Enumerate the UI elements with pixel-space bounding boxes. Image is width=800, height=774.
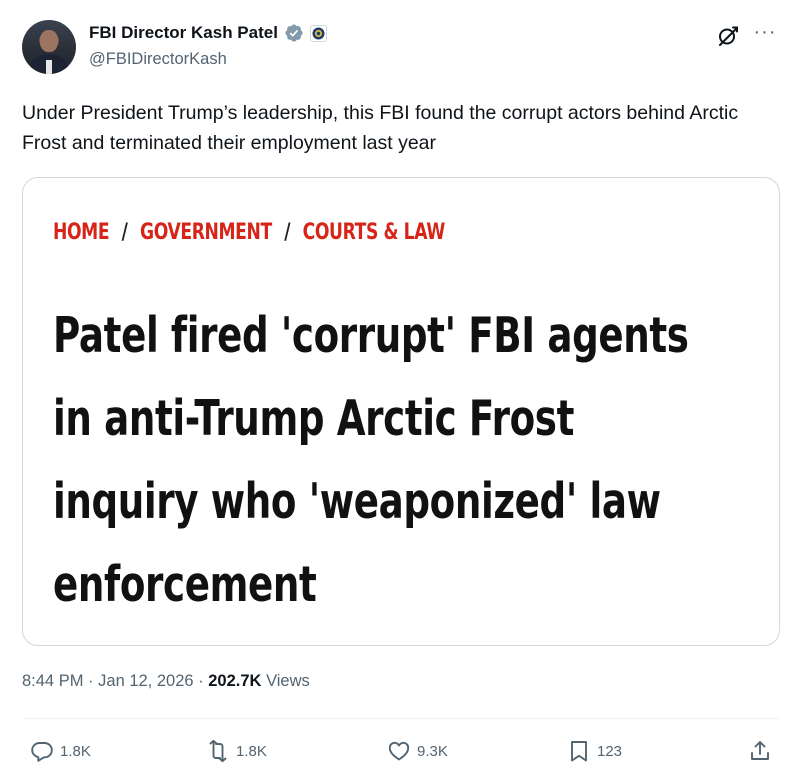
share-icon: [751, 741, 769, 760]
headline-line: enforcement: [53, 556, 317, 613]
avatar-shirt: [46, 60, 52, 74]
tweet-time[interactable]: 8:44 PM: [22, 672, 83, 690]
tweet-date[interactable]: Jan 12, 2026: [98, 672, 193, 690]
breadcrumb-home[interactable]: HOME: [53, 220, 110, 245]
bookmark-icon: [571, 741, 587, 762]
headline-line: Patel fired 'corrupt' FBI agents: [53, 307, 689, 364]
avatar-face: [40, 30, 58, 52]
author-handle[interactable]: @FBIDirectorKash: [89, 50, 227, 69]
reply-icon: [31, 742, 53, 762]
share-button[interactable]: [748, 738, 772, 764]
like-count: 9.3K: [417, 742, 448, 760]
breadcrumb-separator: /: [121, 220, 128, 245]
breadcrumb-separator: /: [284, 220, 291, 245]
meta-separator: ·: [198, 672, 204, 690]
link-card[interactable]: HOME / GOVERNMENT / COURTS & LAW Patel f…: [22, 177, 780, 646]
bookmark-count: 123: [597, 742, 623, 760]
repost-button[interactable]: 1.8K: [206, 738, 267, 764]
headline-line: in anti-Trump Arctic Frost: [53, 390, 575, 447]
avatar[interactable]: [22, 20, 76, 74]
reply-count: 1.8K: [60, 742, 91, 760]
breadcrumb-courts-law[interactable]: COURTS & LAW: [303, 220, 446, 245]
like-button[interactable]: 9.3K: [387, 738, 448, 764]
repost-count: 1.8K: [236, 742, 267, 760]
reply-button[interactable]: 1.8K: [30, 738, 91, 764]
headline-line: inquiry who 'weaponized' law: [53, 473, 661, 530]
tweet-text: Under President Trump’s leadership, this…: [22, 102, 739, 154]
divider: [22, 718, 780, 719]
verified-badge-icon[interactable]: [284, 23, 304, 43]
bookmark-button[interactable]: 123: [567, 738, 622, 764]
views-count[interactable]: 202.7K: [208, 672, 261, 690]
tweet-meta: 8:44 PM · Jan 12, 2026 · 202.7K Views: [22, 672, 310, 691]
more-icon[interactable]: ···: [752, 20, 778, 44]
grok-icon[interactable]: [716, 24, 740, 48]
breadcrumb-government[interactable]: GOVERNMENT: [140, 220, 272, 245]
agency-seal-icon[interactable]: [309, 24, 327, 42]
author-display-name[interactable]: FBI Director Kash Patel: [89, 23, 278, 43]
card-headline: Patel fired 'corrupt' FBI agents in anti…: [53, 294, 760, 626]
views-label: Views: [266, 672, 310, 690]
breadcrumb: HOME / GOVERNMENT / COURTS & LAW: [53, 220, 445, 245]
meta-separator: ·: [88, 672, 94, 690]
repost-icon: [209, 739, 227, 763]
author-name-row: FBI Director Kash Patel: [89, 22, 327, 44]
heart-icon: [388, 741, 410, 761]
